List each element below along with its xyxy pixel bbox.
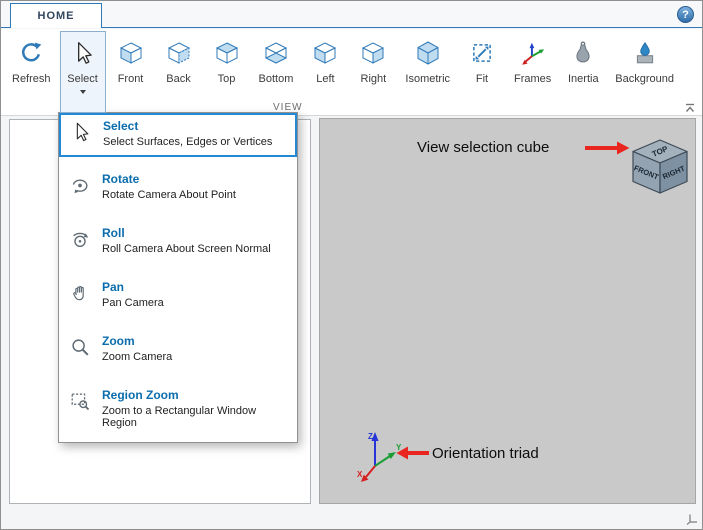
button-label: Back	[166, 73, 191, 85]
roll-icon	[69, 228, 93, 252]
view-cube-annotation: View selection cube	[417, 139, 550, 156]
menu-item-region-zoom[interactable]: Region Zoom Zoom to a Rectangular Window…	[59, 383, 297, 434]
cube-front-icon	[115, 36, 147, 70]
menu-item-subtitle: Zoom Camera	[102, 351, 173, 363]
button-label: Front	[117, 73, 144, 85]
background-button[interactable]: Background	[608, 31, 681, 95]
refresh-button[interactable]: Refresh	[5, 31, 58, 95]
triad-x-label: X	[357, 470, 363, 479]
button-label: Refresh	[12, 73, 51, 85]
button-label: Inertia	[568, 73, 599, 85]
corner-triad-toggle-icon[interactable]	[686, 512, 699, 525]
button-label: Fit	[475, 73, 489, 85]
button-label: Bottom	[258, 73, 294, 85]
cube-left-icon	[309, 36, 341, 70]
isometric-view-button[interactable]: Isometric	[398, 31, 457, 95]
inertia-button[interactable]: Inertia	[560, 31, 606, 95]
menu-item-title: Pan	[102, 280, 125, 294]
pan-hand-icon	[69, 282, 93, 306]
top-view-button[interactable]: Top	[204, 31, 250, 95]
triad-z-label: Z	[368, 432, 373, 441]
ribbon-toolbar: Refresh Select Front Back Top Bottom Lef…	[1, 29, 702, 113]
menu-item-subtitle: Pan Camera	[102, 297, 164, 309]
cube-isometric-icon	[412, 36, 444, 70]
right-view-button[interactable]: Right	[350, 31, 396, 95]
menu-item-roll[interactable]: Roll Roll Camera About Screen Normal	[59, 221, 297, 265]
tab-bar: HOME ?	[1, 1, 702, 28]
menu-item-title: Region Zoom	[102, 388, 179, 402]
bottom-view-button[interactable]: Bottom	[252, 31, 301, 95]
red-arrow-right-icon	[585, 141, 630, 155]
menu-item-title: Rotate	[102, 172, 140, 186]
cursor-icon	[70, 121, 94, 145]
help-button[interactable]: ?	[677, 6, 694, 23]
select-button[interactable]: Select	[59, 31, 106, 113]
menu-item-subtitle: Zoom to a Rectangular Window Region	[102, 405, 257, 429]
fit-button[interactable]: Fit	[459, 31, 505, 95]
menu-item-select[interactable]: Select Select Surfaces, Edges or Vertice…	[59, 113, 297, 157]
mechanics-explorer-window: HOME ? Refresh Select Front Back Top Bot…	[0, 0, 703, 530]
rotate-icon	[69, 174, 93, 198]
region-zoom-icon	[69, 390, 93, 414]
cube-bottom-icon	[260, 36, 292, 70]
triad-annotation: Orientation triad	[432, 445, 539, 462]
menu-item-subtitle: Roll Camera About Screen Normal	[102, 243, 271, 255]
zoom-magnifier-icon	[69, 336, 93, 360]
view-selection-cube[interactable]: TOP FRONT RIGHT	[630, 138, 690, 196]
viewport-canvas[interactable]: View selection cube TOP FRONT RIGHT Z Y	[319, 118, 696, 504]
background-icon	[629, 36, 661, 70]
button-label: Right	[360, 73, 387, 85]
button-label: Select	[67, 73, 98, 85]
menu-item-rotate[interactable]: Rotate Rotate Camera About Point	[59, 167, 297, 211]
collapse-ribbon-icon[interactable]	[683, 101, 697, 115]
menu-item-subtitle: Select Surfaces, Edges or Vertices	[103, 136, 273, 148]
cube-right-icon	[357, 36, 389, 70]
fit-icon	[466, 36, 498, 70]
back-view-button[interactable]: Back	[156, 31, 202, 95]
menu-item-title: Roll	[102, 226, 125, 240]
cube-top-icon	[211, 36, 243, 70]
red-arrow-left-icon	[396, 446, 429, 460]
left-view-button[interactable]: Left	[302, 31, 348, 95]
frames-icon	[517, 36, 549, 70]
button-label: Isometric	[405, 73, 451, 85]
tab-home[interactable]: HOME	[10, 3, 102, 28]
cursor-icon	[67, 36, 99, 70]
menu-item-zoom[interactable]: Zoom Zoom Camera	[59, 329, 297, 373]
chevron-down-icon	[79, 90, 86, 94]
frames-button[interactable]: Frames	[507, 31, 558, 95]
inertia-icon	[567, 36, 599, 70]
menu-item-pan[interactable]: Pan Pan Camera	[59, 275, 297, 319]
button-label: Top	[217, 73, 236, 85]
menu-item-title: Zoom	[102, 334, 135, 348]
menu-item-title: Select	[103, 119, 139, 133]
menu-item-subtitle: Rotate Camera About Point	[102, 189, 236, 201]
select-dropdown-menu: Select Select Surfaces, Edges or Vertice…	[58, 112, 298, 443]
refresh-icon	[15, 36, 47, 70]
button-label: Left	[316, 73, 335, 85]
button-label: Frames	[514, 73, 552, 85]
button-label: Background	[615, 73, 675, 85]
front-view-button[interactable]: Front	[108, 31, 154, 95]
cube-back-icon	[163, 36, 195, 70]
